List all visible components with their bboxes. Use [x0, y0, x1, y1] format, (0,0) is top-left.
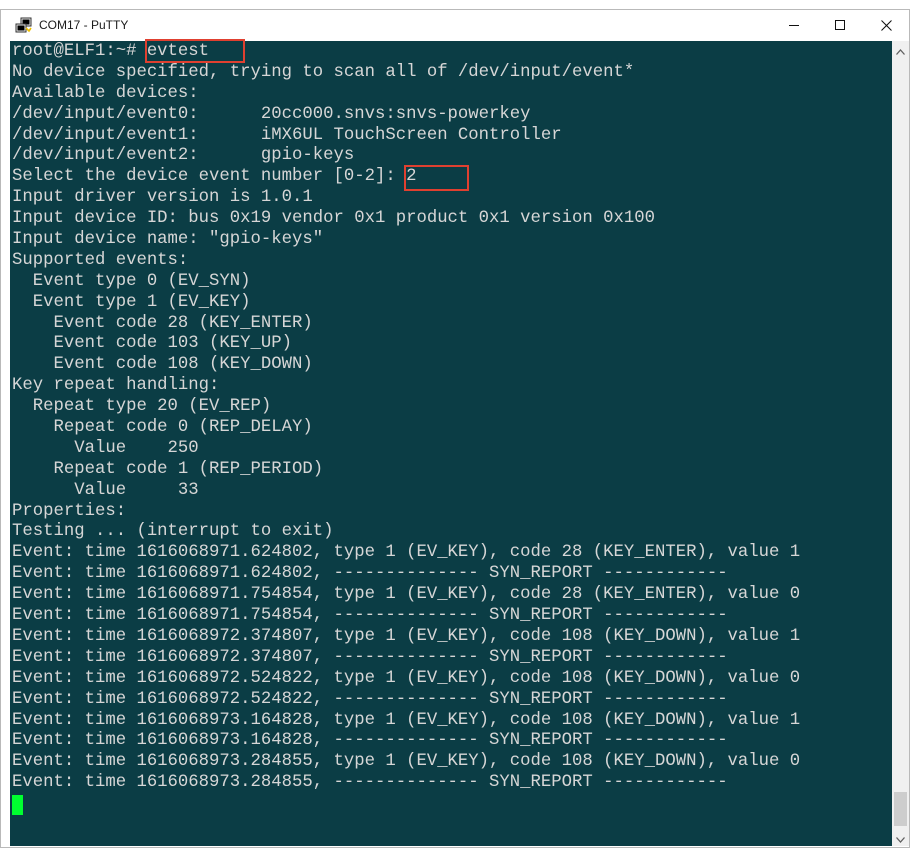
scroll-down-button[interactable] [892, 829, 909, 846]
terminal-line: Value 250 [12, 438, 199, 458]
terminal-line: Event: time 1616068971.624802, type 1 (E… [12, 543, 801, 563]
window-title: COM17 - PuTTY [39, 18, 129, 32]
terminal-line: Event type 0 (EV_SYN) [12, 271, 251, 291]
terminal-line: Event code 28 (KEY_ENTER) [12, 313, 313, 333]
maximize-button[interactable] [817, 10, 863, 41]
terminal-line: Properties: [12, 501, 127, 521]
terminal-line: Input device ID: bus 0x19 vendor 0x1 pro… [12, 209, 655, 229]
highlight-command-box [145, 39, 245, 63]
terminal-output: root@ELF1:~# evtest No device specified, … [12, 42, 800, 794]
terminal-line: Supported events: [12, 250, 189, 270]
terminal-line: Repeat code 0 (REP_DELAY) [12, 418, 313, 438]
terminal-line: Event: time 1616068973.164828, type 1 (E… [12, 710, 801, 730]
minimize-icon [788, 16, 800, 35]
terminal-line: Event: time 1616068972.524822, type 1 (E… [12, 668, 801, 688]
chevron-up-icon [896, 40, 905, 59]
terminal-line: Event: time 1616068973.164828, ---------… [12, 731, 728, 751]
terminal-line: Event: time 1616068972.374807, type 1 (E… [12, 626, 801, 646]
terminal-line: Event: time 1616068973.284855, ---------… [12, 773, 728, 793]
terminal-line: Event type 1 (EV_KEY) [12, 292, 251, 312]
close-icon [880, 16, 892, 35]
vertical-scrollbar[interactable] [892, 41, 909, 846]
putty-icon[interactable] [15, 17, 33, 34]
terminal-line: Event: time 1616068971.754854, ---------… [12, 606, 728, 626]
terminal-line: Event code 103 (KEY_UP) [12, 334, 293, 354]
terminal-line: Event: time 1616068971.624802, ---------… [12, 564, 728, 584]
terminal-line: Event: time 1616068972.524822, ---------… [12, 689, 728, 709]
terminal-line: Event: time 1616068973.284855, type 1 (E… [12, 752, 801, 772]
scroll-up-button[interactable] [892, 41, 909, 58]
terminal-line: Input driver version is 1.0.1 [12, 188, 313, 208]
terminal-line: /dev/input/event1: iMX6UL TouchScreen Co… [12, 125, 562, 145]
terminal-line: /dev/input/event0: 20cc000.snvs:snvs-pow… [12, 104, 531, 124]
terminal-line: Available devices: [12, 83, 199, 103]
terminal-line: Event code 108 (KEY_DOWN) [12, 355, 313, 375]
terminal-line: Event: time 1616068972.374807, ---------… [12, 647, 728, 667]
chevron-down-icon [896, 828, 905, 847]
terminal-line: No device specified, trying to scan all … [12, 62, 635, 82]
terminal-line: Event: time 1616068971.754854, type 1 (E… [12, 585, 801, 605]
highlight-event-number-box [404, 165, 469, 191]
scroll-track[interactable] [892, 58, 909, 829]
terminal-line: Repeat code 1 (REP_PERIOD) [12, 459, 324, 479]
close-button[interactable] [863, 10, 909, 41]
terminal-line: Testing ... (interrupt to exit) [12, 522, 334, 542]
minimize-button[interactable] [771, 10, 817, 41]
terminal-line: Repeat type 20 (EV_REP) [12, 397, 272, 417]
putty-window: COM17 - PuTTY root@ELF1:~# evtest No devi… [0, 9, 910, 848]
terminal-line: Input device name: "gpio-keys" [12, 230, 324, 250]
terminal-cursor [12, 795, 23, 815]
terminal-screen[interactable]: root@ELF1:~# evtest No device specified, … [10, 41, 892, 846]
terminal-line: root@ELF1:~# evtest [12, 42, 210, 61]
title-bar[interactable]: COM17 - PuTTY [1, 10, 909, 41]
terminal-line: Value 33 [12, 480, 199, 500]
maximize-icon [834, 16, 846, 35]
scroll-thumb[interactable] [894, 792, 907, 826]
terminal-line: Key repeat handling: [12, 376, 220, 396]
